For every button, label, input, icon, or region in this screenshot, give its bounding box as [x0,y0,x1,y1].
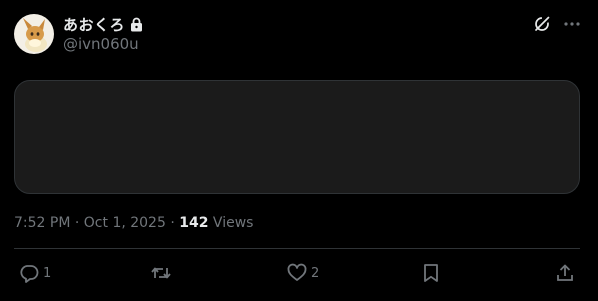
tweet-time[interactable]: 7:52 PM [14,215,70,231]
divider [14,248,580,249]
meta-separator: · [165,215,180,231]
reply-button[interactable]: 1 [19,258,51,288]
like-count: 2 [311,265,320,281]
user-handle[interactable]: @ivn060u [63,34,143,54]
bookmark-button[interactable] [422,258,440,288]
tweet-header: あおくろ @ivn060u [14,14,143,54]
repost-icon [151,267,171,279]
top-actions [532,14,582,34]
media-placeholder[interactable] [14,80,580,194]
tweet-detail: あおくろ @ivn060u 7:52 PM · Oct 1, 2025 · 14… [0,0,598,301]
share-button[interactable] [555,258,575,288]
like-button[interactable]: 2 [287,258,319,288]
meta-separator: · [70,215,84,231]
tweet-meta: 7:52 PM · Oct 1, 2025 · 142 Views [14,213,253,233]
views-count: 142 [179,215,209,231]
reply-count: 1 [43,265,52,281]
bookmark-icon [424,264,438,282]
lock-icon [129,16,143,32]
eevee-avatar-icon [23,18,47,52]
avatar[interactable] [14,14,54,54]
share-icon [557,264,573,281]
tweet-date[interactable]: Oct 1, 2025 [84,215,166,231]
user-info: あおくろ @ivn060u [63,14,143,54]
grok-icon[interactable] [532,14,552,34]
heart-icon [287,263,307,281]
more-icon[interactable] [562,14,582,34]
views-label: Views [208,215,254,231]
name-row: あおくろ [63,14,143,34]
repost-button[interactable] [150,258,176,288]
action-bar: 1 2 [14,258,580,288]
reply-icon [20,265,39,283]
display-name[interactable]: あおくろ [63,14,125,35]
